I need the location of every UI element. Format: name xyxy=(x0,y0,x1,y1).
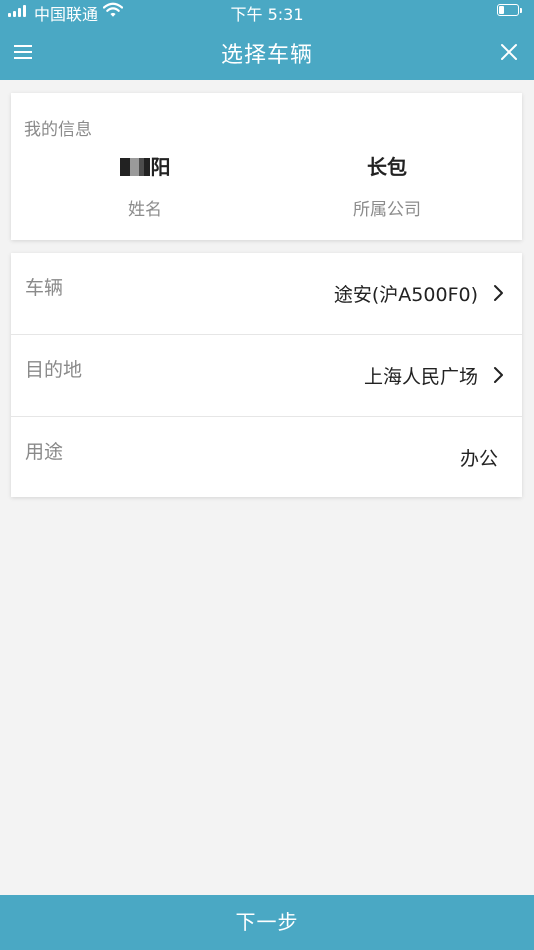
name-label: 姓名 xyxy=(128,200,162,220)
next-step-button[interactable]: 下一步 xyxy=(0,895,534,950)
close-button[interactable] xyxy=(499,42,519,62)
page-title: 选择车辆 xyxy=(220,43,313,68)
vehicle-label: 车辆 xyxy=(25,277,64,299)
name-value: 阳 xyxy=(55,153,235,181)
destination-value: 上海人民广场 xyxy=(363,366,478,388)
chevron-right-icon xyxy=(494,367,503,383)
select-vehicle-screen: 中国联通 下午 5:31 选择车辆 我的信息 阳 姓名 长包 所属公司 车辆 途… xyxy=(0,0,534,950)
redaction-mosaic xyxy=(119,158,150,176)
my-info-card: 我的信息 阳 姓名 长包 所属公司 xyxy=(11,93,522,240)
company-value: 长包 xyxy=(367,155,407,179)
app-header: 中国联通 下午 5:31 选择车辆 xyxy=(0,0,534,80)
trip-form-card: 车辆 途安(沪A500F0) 目的地 上海人民广场 用途 办公 xyxy=(11,253,522,497)
status-bar: 中国联通 下午 5:31 xyxy=(0,0,534,24)
my-info-title: 我的信息 xyxy=(24,120,92,140)
clock: 下午 5:31 xyxy=(230,5,304,24)
close-icon xyxy=(501,44,517,60)
company-label: 所属公司 xyxy=(353,200,421,220)
destination-label: 目的地 xyxy=(25,359,83,381)
battery-icon xyxy=(497,4,523,18)
destination-row[interactable]: 目的地 上海人民广场 xyxy=(11,335,522,417)
chevron-right-icon xyxy=(494,285,503,301)
name-visible-text: 阳 xyxy=(150,155,171,179)
company-column: 长包 所属公司 xyxy=(297,153,477,220)
vehicle-row[interactable]: 车辆 途安(沪A500F0) xyxy=(11,253,522,335)
name-column: 阳 姓名 xyxy=(55,153,235,220)
purpose-row[interactable]: 用途 办公 xyxy=(11,417,522,498)
purpose-value: 办公 xyxy=(459,448,498,470)
purpose-label: 用途 xyxy=(25,441,64,463)
vehicle-value: 途安(沪A500F0) xyxy=(333,284,478,306)
